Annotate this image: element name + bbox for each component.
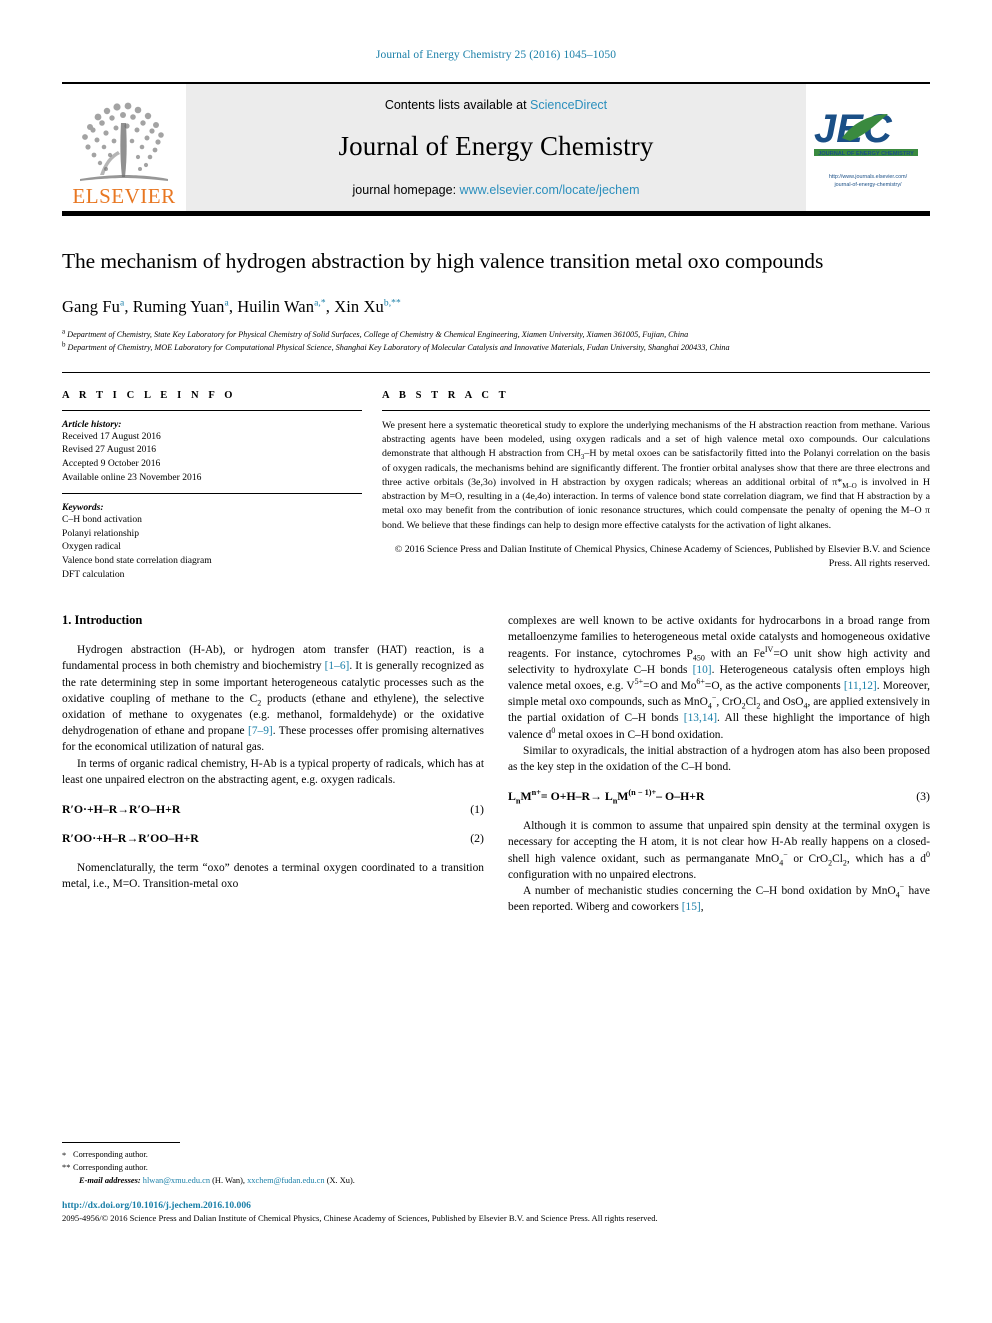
email-link-2[interactable]: xxchem@fudan.edu.cn <box>247 1176 324 1185</box>
jec-url-line2: journal-of-energy-chemistry/ <box>834 182 902 188</box>
elsevier-logo[interactable]: ELSEVIER <box>62 84 186 211</box>
jec-url-line1: http://www.journals.elsevier.com/ <box>828 173 908 180</box>
issn-copyright-line: 2095-4956/© 2016 Science Press and Dalia… <box>62 1213 658 1223</box>
jec-journal-logo[interactable]: JEC JOURNAL OF ENERGY CHEMISTRY http://w… <box>806 84 930 211</box>
abstract-column: A B S T R A C T We present here a system… <box>362 390 930 581</box>
email-owner-1: (H. Wan), <box>212 1176 246 1186</box>
footnote-marker: * <box>62 1150 67 1160</box>
equation-1-body: R′O·+H–R→R′O–H+R <box>62 801 181 816</box>
body-column-right: complexes are well known to be active ox… <box>508 613 930 915</box>
journal-homepage-line: journal homepage: www.elsevier.com/locat… <box>353 183 640 197</box>
affiliation-a-text: Department of Chemistry, State Key Labor… <box>67 330 689 340</box>
abstract-text: We present here a systematic theoretical… <box>382 419 930 531</box>
history-item: Revised 27 August 2016 <box>62 444 157 456</box>
abstract-copyright: © 2016 Science Press and Dalian Institut… <box>394 543 930 570</box>
equation-1: R′O·+H–R→R′O–H+R (1) <box>62 802 484 817</box>
affiliation-b-text: Department of Chemistry, MOE Laboratory … <box>67 343 730 353</box>
equation-3-number: (3) <box>916 789 930 804</box>
history-item: Received 17 August 2016 <box>62 430 161 442</box>
corresponding-author-2: ** Corresponding author. <box>62 1162 484 1175</box>
footnote-marker: ** <box>62 1163 71 1173</box>
homepage-prefix: journal homepage: <box>352 182 460 197</box>
abstract-heading-rule <box>382 409 930 411</box>
running-head: Journal of Energy Chemistry 25 (2016) 10… <box>375 49 617 61</box>
elsevier-wordmark: ELSEVIER <box>72 184 176 208</box>
doi-link[interactable]: http://dx.doi.org/10.1016/j.jechem.2016.… <box>62 1200 930 1211</box>
contents-prefix: Contents lists available at <box>384 97 531 112</box>
info-heading-rule <box>62 409 362 411</box>
equation-2-body: R′OO·+H–R→R′OO–H+R <box>62 830 199 845</box>
jec-url[interactable]: http://www.journals.elsevier.com/ journa… <box>829 173 907 189</box>
journal-homepage-link[interactable]: www.elsevier.com/locate/jechem <box>460 183 640 197</box>
paragraph: Nomenclaturally, the term “oxo” denotes … <box>62 861 484 891</box>
email-label: E-mail addresses: <box>79 1176 141 1186</box>
footnote-rule <box>62 1142 180 1143</box>
page-footer: http://dx.doi.org/10.1016/j.jechem.2016.… <box>62 1200 930 1223</box>
sciencedirect-link[interactable]: ScienceDirect <box>530 98 607 112</box>
journal-masthead: ELSEVIER Contents lists available at Sci… <box>62 84 930 211</box>
article-page: Journal of Energy Chemistry 25 (2016) 10… <box>0 0 992 915</box>
article-history-label: Article history: <box>62 418 122 430</box>
affiliations: a Department of Chemistry, State Key Lab… <box>62 327 930 354</box>
keywords-label: Keywords: <box>62 502 104 514</box>
contents-list-line: Contents lists available at ScienceDirec… <box>385 98 607 112</box>
author-list: Gang Fua, Ruming Yuana, Huilin Wana,*, X… <box>62 297 401 317</box>
paragraph: Although it is common to assume that unp… <box>508 820 930 881</box>
equation-1-number: (1) <box>470 801 484 816</box>
body-column-left: 1. Introduction Hydrogen abstraction (H-… <box>62 613 484 915</box>
article-history-list: Received 17 August 2016 Revised 27 Augus… <box>62 430 362 484</box>
journal-title: Journal of Energy Chemistry <box>338 130 654 161</box>
email-owner-2: (X. Xu). <box>326 1176 355 1186</box>
history-item: Available online 23 November 2016 <box>62 471 202 483</box>
paragraph: complexes are well known to be active ox… <box>508 615 931 741</box>
abstract-heading: A B S T R A C T <box>382 389 510 401</box>
corresponding-author-1: * Corresponding author. <box>62 1149 484 1162</box>
jec-logo-icon: JEC JOURNAL OF ENERGY CHEMISTRY <box>814 108 918 157</box>
article-info-column: A R T I C L E I N F O Article history: R… <box>62 390 362 581</box>
article-info-heading: A R T I C L E I N F O <box>62 389 237 401</box>
masthead-center: Contents lists available at ScienceDirec… <box>186 84 806 211</box>
paragraph: A number of mechanistic studies concerni… <box>508 882 930 914</box>
elsevier-tree-icon <box>80 102 168 181</box>
abstract-body: We present here a systematic theoretical… <box>382 419 930 533</box>
keyword-item: DFT calculation <box>62 568 125 580</box>
jec-logo-subtitle: JOURNAL OF ENERGY CHEMISTRY <box>818 151 914 157</box>
keyword-item: Valence bond state correlation diagram <box>62 555 212 567</box>
keyword-item: Polanyi relationship <box>62 527 140 539</box>
info-abstract-section: A R T I C L E I N F O Article history: R… <box>62 373 930 581</box>
equation-2: R′OO·+H–R→R′OO–H+R (2) <box>62 831 484 846</box>
affiliation-b: b Department of Chemistry, MOE Laborator… <box>62 340 730 353</box>
paragraph: In terms of organic radical chemistry, H… <box>62 757 484 786</box>
affiliation-a: a Department of Chemistry, State Key Lab… <box>62 327 689 340</box>
footnote-text: Corresponding author. <box>73 1162 148 1172</box>
equation-3: LnMn+= O+H–R→ LnM(n − 1)+– O–H+R (3) <box>508 788 930 806</box>
page-title: The mechanism of hydrogen abstraction by… <box>62 249 824 273</box>
email-addresses: E-mail addresses: hlwan@xmu.edu.cn (H. W… <box>62 1174 484 1187</box>
equation-3-body: LnMn+= O+H–R→ LnM(n − 1)+– O–H+R <box>508 788 705 806</box>
keyword-item: C–H bond activation <box>62 514 142 526</box>
keywords-list: C–H bond activation Polanyi relationship… <box>62 513 362 581</box>
footnotes: * Corresponding author. ** Corresponding a… <box>62 1142 484 1188</box>
keywords-rule <box>62 493 362 495</box>
keyword-item: Oxygen radical <box>62 541 121 553</box>
history-item: Accepted 9 October 2016 <box>62 458 161 469</box>
title-block: The mechanism of hydrogen abstraction by… <box>62 216 930 355</box>
equation-2-number: (2) <box>470 830 484 845</box>
email-link-1[interactable]: hlwan@xmu.edu.cn <box>143 1176 210 1185</box>
body-columns: 1. Introduction Hydrogen abstraction (H-… <box>62 581 930 915</box>
footnote-text: Corresponding author. <box>73 1150 148 1159</box>
paragraph: Similar to oxyradicals, the initial abst… <box>508 744 930 773</box>
paragraph: Hydrogen abstraction (H-Ab), or hydrogen… <box>62 644 484 754</box>
section-heading-introduction: 1. Introduction <box>62 613 143 628</box>
